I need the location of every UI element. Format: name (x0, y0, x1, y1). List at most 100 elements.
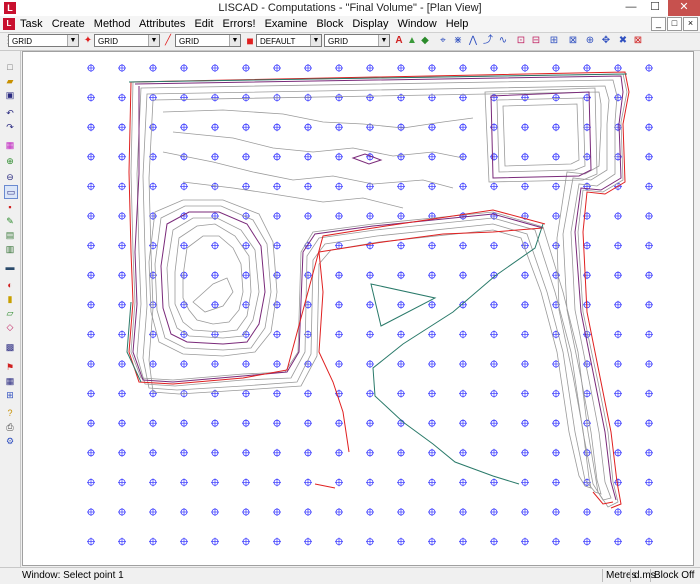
help-icon[interactable]: ? (4, 407, 16, 419)
area-icon[interactable]: ▮ (4, 293, 16, 305)
redo-icon[interactable]: ↷ (4, 121, 16, 133)
close-button[interactable]: ✕ (668, 0, 700, 16)
menu-help[interactable]: Help (446, 18, 469, 30)
grid-point-marker (304, 64, 312, 72)
zoom-out-icon[interactable]: ⊖ (4, 171, 16, 183)
locate-tool-icon[interactable]: ⊕ (584, 35, 596, 47)
point-tool-icon[interactable]: ⌖ (437, 35, 449, 47)
grid-point-marker (397, 330, 405, 339)
arc-tool-icon[interactable]: ⤴ (482, 35, 494, 47)
surface-icon[interactable]: ▲ (406, 35, 418, 47)
plan-view-canvas[interactable] (22, 51, 694, 566)
volume-icon[interactable]: ▱ (4, 307, 16, 319)
grid-point-marker (490, 508, 498, 516)
offset-tool-icon[interactable]: ⊡ (515, 35, 527, 47)
menu-method[interactable]: Method (94, 18, 131, 30)
color-swatch-icon[interactable]: ■ (244, 35, 256, 47)
print-icon[interactable]: ⎙ (4, 421, 16, 433)
grid-point-marker (490, 330, 498, 339)
grid-point-marker (242, 360, 250, 368)
menu-block[interactable]: Block (316, 18, 343, 30)
text-attributes-icon[interactable]: A (393, 35, 405, 47)
grid-point-marker (614, 330, 622, 339)
grid-point-marker (366, 448, 374, 457)
traverse-icon[interactable]: ⚑ (4, 361, 16, 373)
grid-point-marker (428, 300, 436, 309)
menu-errors[interactable]: Errors! (223, 18, 256, 30)
grid-point-marker (521, 419, 529, 428)
grid-point-marker (521, 182, 529, 191)
undo-icon[interactable]: ↶ (4, 107, 16, 119)
curve-tool-icon[interactable]: ∿ (497, 35, 509, 47)
layer-icon[interactable]: ▪ (4, 201, 16, 213)
chevron-down-icon: ▼ (310, 35, 321, 46)
doc-minimize-button[interactable]: _ (651, 17, 666, 31)
measure-tool-icon[interactable]: ⊠ (567, 35, 579, 47)
layer-combo[interactable]: GRID ▼ (8, 34, 79, 47)
grid-point-marker (335, 508, 343, 516)
report-icon[interactable]: ▥ (4, 243, 16, 255)
pan-tool-icon[interactable]: ✥ (600, 35, 612, 47)
grid-point-marker (242, 448, 250, 457)
grid-point-marker (366, 478, 374, 487)
open-folder-icon[interactable]: ▰ (4, 75, 16, 87)
point-style-icon[interactable]: ✦ (82, 35, 94, 47)
save-icon[interactable]: ▣ (4, 89, 16, 101)
document-icon[interactable]: L (3, 18, 15, 30)
new-file-icon[interactable]: □ (4, 61, 16, 73)
label-tool-icon[interactable]: ⊟ (530, 35, 542, 47)
zoom-in-icon[interactable]: ⊕ (4, 155, 16, 167)
status-bar: Window: Select point 1 Metres d.ms Block… (0, 567, 700, 584)
properties-icon[interactable]: ▤ (4, 229, 16, 241)
menu-edit[interactable]: Edit (194, 18, 213, 30)
grid-point-marker (118, 478, 126, 487)
maximize-button[interactable]: ☐ (644, 0, 666, 16)
menu-attributes[interactable]: Attributes (139, 18, 185, 30)
grid-point-marker (366, 300, 374, 309)
line-combo[interactable]: GRID ▼ (175, 34, 241, 47)
grid-point-marker (397, 241, 405, 250)
menu-create[interactable]: Create (52, 18, 85, 30)
plan-view-drawing[interactable] (23, 52, 693, 565)
point-combo[interactable]: GRID ▼ (94, 34, 160, 47)
line-style-icon[interactable]: ╱ (162, 35, 174, 47)
pencil-icon[interactable]: ✎ (4, 215, 16, 227)
zoom-extents-icon[interactable]: ▦ (4, 139, 16, 151)
grid-point-marker (273, 419, 281, 428)
menu-display[interactable]: Display (352, 18, 388, 30)
linetype-combo[interactable]: DEFAULT ▼ (256, 34, 322, 47)
grid-point-marker (459, 478, 467, 487)
zoom-window-icon[interactable]: ▭ (4, 185, 18, 199)
grid-point-marker (428, 508, 436, 516)
grid-point-marker (242, 123, 250, 132)
grid-point-marker (304, 152, 312, 161)
profile-icon[interactable]: ◇ (4, 321, 16, 333)
grid-point-marker (273, 241, 281, 250)
cross-tool-icon[interactable]: ✖ (617, 35, 629, 47)
delete-tool-icon[interactable]: ⊠ (632, 35, 644, 47)
doc-restore-button[interactable]: □ (667, 17, 682, 31)
grid-point-marker (645, 271, 653, 280)
selection-icon[interactable]: ◐ (4, 279, 16, 291)
select-tool-icon[interactable]: ⊞ (548, 35, 560, 47)
grid-point-marker (521, 360, 529, 368)
menu-window[interactable]: Window (398, 18, 437, 30)
menu-task[interactable]: Task (20, 18, 43, 30)
grid-icon[interactable]: ▦ (4, 375, 16, 387)
grid-point-marker (645, 360, 653, 368)
grid-point-marker (583, 271, 591, 280)
doc-close-button[interactable]: × (683, 17, 698, 31)
polyline-tool-icon[interactable]: ⋀ (467, 35, 479, 47)
grid-point-marker (614, 64, 622, 72)
grid-point-marker (459, 537, 467, 546)
network-icon[interactable]: ⊞ (4, 389, 16, 401)
text-combo[interactable]: GRID ▼ (324, 34, 390, 47)
minimize-button[interactable]: — (620, 0, 642, 16)
grid-point-marker (273, 123, 281, 132)
fill-icon[interactable]: ◆ (419, 35, 431, 47)
intersect-tool-icon[interactable]: ⋇ (452, 35, 464, 47)
table-icon[interactable]: ▬ (4, 261, 16, 273)
settings-icon[interactable]: ⚙ (4, 435, 16, 447)
menu-examine[interactable]: Examine (265, 18, 308, 30)
calculator-icon[interactable]: ▩ (4, 341, 16, 353)
